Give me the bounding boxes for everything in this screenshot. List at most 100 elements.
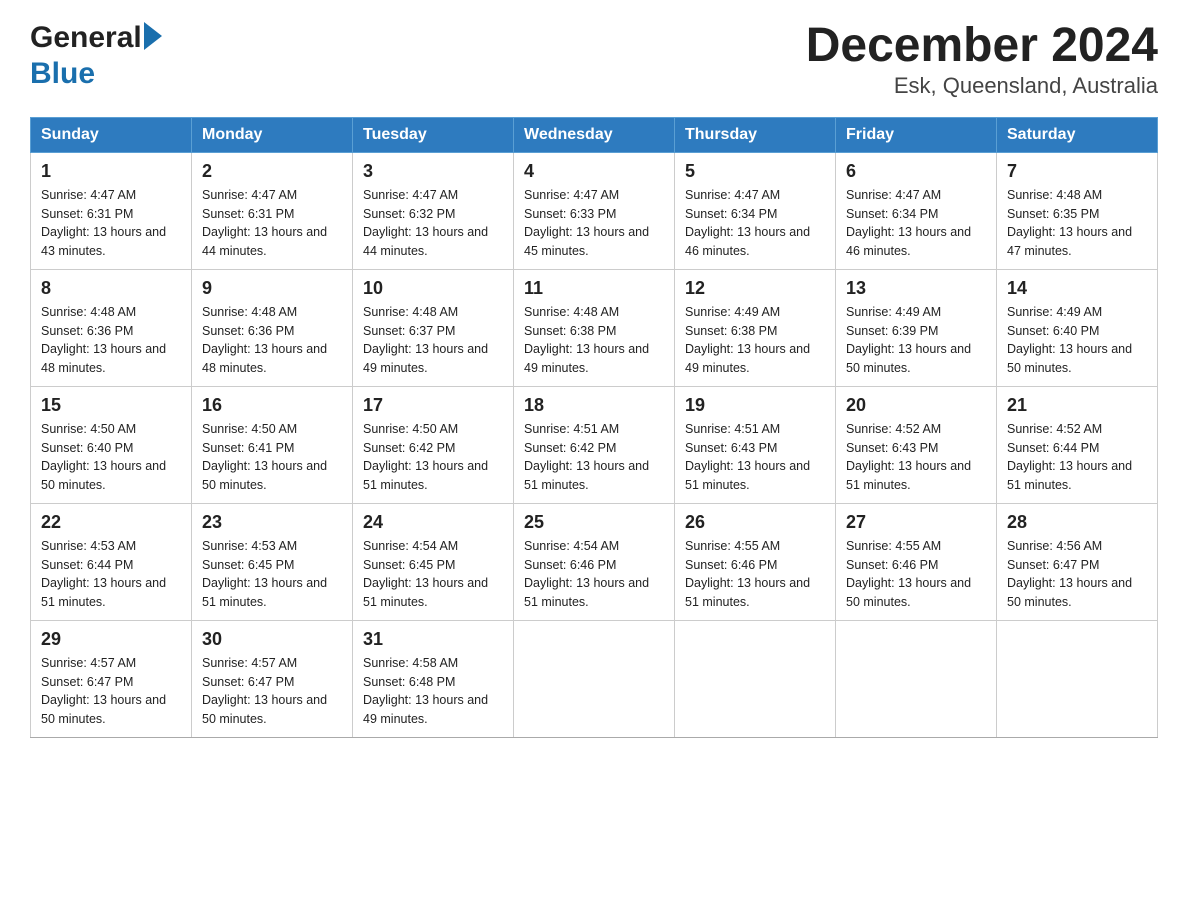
day-info: Sunrise: 4:57 AMSunset: 6:47 PMDaylight:… <box>202 654 342 729</box>
day-info: Sunrise: 4:49 AMSunset: 6:40 PMDaylight:… <box>1007 303 1147 378</box>
day-number: 17 <box>363 395 503 416</box>
day-info: Sunrise: 4:55 AMSunset: 6:46 PMDaylight:… <box>685 537 825 612</box>
calendar-cell: 21 Sunrise: 4:52 AMSunset: 6:44 PMDayligh… <box>997 386 1158 503</box>
calendar-cell: 5 Sunrise: 4:47 AMSunset: 6:34 PMDaylight… <box>675 152 836 269</box>
day-of-week-header: Tuesday <box>353 117 514 152</box>
day-info: Sunrise: 4:50 AMSunset: 6:41 PMDaylight:… <box>202 420 342 495</box>
calendar-cell: 19 Sunrise: 4:51 AMSunset: 6:43 PMDayligh… <box>675 386 836 503</box>
calendar-cell: 8 Sunrise: 4:48 AMSunset: 6:36 PMDaylight… <box>31 269 192 386</box>
day-info: Sunrise: 4:50 AMSunset: 6:42 PMDaylight:… <box>363 420 503 495</box>
calendar-week-row: 15 Sunrise: 4:50 AMSunset: 6:40 PMDayligh… <box>31 386 1158 503</box>
calendar-cell: 7 Sunrise: 4:48 AMSunset: 6:35 PMDaylight… <box>997 152 1158 269</box>
day-number: 16 <box>202 395 342 416</box>
day-number: 14 <box>1007 278 1147 299</box>
day-number: 22 <box>41 512 181 533</box>
calendar-cell: 17 Sunrise: 4:50 AMSunset: 6:42 PMDayligh… <box>353 386 514 503</box>
day-info: Sunrise: 4:52 AMSunset: 6:44 PMDaylight:… <box>1007 420 1147 495</box>
day-number: 20 <box>846 395 986 416</box>
calendar-cell: 25Sunrise: 4:54 AMSunset: 6:46 PMDayligh… <box>514 503 675 620</box>
calendar-body: 1 Sunrise: 4:47 AMSunset: 6:31 PMDaylight… <box>31 152 1158 737</box>
logo-arrow-icon <box>144 22 162 50</box>
day-number: 7 <box>1007 161 1147 182</box>
day-info: Sunrise: 4:48 AMSunset: 6:37 PMDaylight:… <box>363 303 503 378</box>
calendar-cell: 27 Sunrise: 4:55 AMSunset: 6:46 PMDayligh… <box>836 503 997 620</box>
day-info: Sunrise: 4:47 AMSunset: 6:31 PMDaylight:… <box>41 186 181 261</box>
day-info: Sunrise: 4:49 AMSunset: 6:38 PMDaylight:… <box>685 303 825 378</box>
day-number: 8 <box>41 278 181 299</box>
calendar-cell: 28 Sunrise: 4:56 AMSunset: 6:47 PMDayligh… <box>997 503 1158 620</box>
day-number: 23 <box>202 512 342 533</box>
day-of-week-header: Monday <box>192 117 353 152</box>
day-number: 12 <box>685 278 825 299</box>
day-number: 27 <box>846 512 986 533</box>
day-info: Sunrise: 4:48 AMSunset: 6:36 PMDaylight:… <box>41 303 181 378</box>
day-number: 29 <box>41 629 181 650</box>
day-info: Sunrise: 4:56 AMSunset: 6:47 PMDaylight:… <box>1007 537 1147 612</box>
day-number: 21 <box>1007 395 1147 416</box>
day-info: Sunrise: 4:47 AMSunset: 6:32 PMDaylight:… <box>363 186 503 261</box>
day-info: Sunrise: 4:52 AMSunset: 6:43 PMDaylight:… <box>846 420 986 495</box>
calendar-cell: 29 Sunrise: 4:57 AMSunset: 6:47 PMDayligh… <box>31 620 192 737</box>
day-info: Sunrise: 4:55 AMSunset: 6:46 PMDaylight:… <box>846 537 986 612</box>
day-info: Sunrise: 4:53 AMSunset: 6:44 PMDaylight:… <box>41 537 181 612</box>
day-info: Sunrise: 4:54 AMSunset: 6:46 PMDaylight:… <box>524 537 664 612</box>
day-info: Sunrise: 4:47 AMSunset: 6:34 PMDaylight:… <box>685 186 825 261</box>
calendar-cell: 9Sunrise: 4:48 AMSunset: 6:36 PMDaylight… <box>192 269 353 386</box>
day-number: 30 <box>202 629 342 650</box>
day-number: 9 <box>202 278 342 299</box>
calendar-cell: 16 Sunrise: 4:50 AMSunset: 6:41 PMDayligh… <box>192 386 353 503</box>
calendar-cell <box>514 620 675 737</box>
calendar-cell <box>675 620 836 737</box>
calendar-title-block: December 2024 Esk, Queensland, Australia <box>806 20 1158 99</box>
day-info: Sunrise: 4:51 AMSunset: 6:42 PMDaylight:… <box>524 420 664 495</box>
day-info: Sunrise: 4:47 AMSunset: 6:31 PMDaylight:… <box>202 186 342 261</box>
day-header-row: SundayMondayTuesdayWednesdayThursdayFrid… <box>31 117 1158 152</box>
day-number: 26 <box>685 512 825 533</box>
day-info: Sunrise: 4:49 AMSunset: 6:39 PMDaylight:… <box>846 303 986 378</box>
day-info: Sunrise: 4:48 AMSunset: 6:38 PMDaylight:… <box>524 303 664 378</box>
calendar-cell: 15 Sunrise: 4:50 AMSunset: 6:40 PMDayligh… <box>31 386 192 503</box>
logo-general-text: General <box>30 20 142 56</box>
calendar-cell: 31Sunrise: 4:58 AMSunset: 6:48 PMDayligh… <box>353 620 514 737</box>
day-info: Sunrise: 4:51 AMSunset: 6:43 PMDaylight:… <box>685 420 825 495</box>
day-number: 19 <box>685 395 825 416</box>
day-number: 11 <box>524 278 664 299</box>
day-info: Sunrise: 4:50 AMSunset: 6:40 PMDaylight:… <box>41 420 181 495</box>
calendar-cell: 26 Sunrise: 4:55 AMSunset: 6:46 PMDayligh… <box>675 503 836 620</box>
day-of-week-header: Saturday <box>997 117 1158 152</box>
day-number: 28 <box>1007 512 1147 533</box>
day-of-week-header: Friday <box>836 117 997 152</box>
day-info: Sunrise: 4:47 AMSunset: 6:34 PMDaylight:… <box>846 186 986 261</box>
logo-blue-text: Blue <box>30 57 95 90</box>
calendar-week-row: 8 Sunrise: 4:48 AMSunset: 6:36 PMDaylight… <box>31 269 1158 386</box>
calendar-cell: 10 Sunrise: 4:48 AMSunset: 6:37 PMDayligh… <box>353 269 514 386</box>
day-number: 5 <box>685 161 825 182</box>
calendar-cell: 12 Sunrise: 4:49 AMSunset: 6:38 PMDayligh… <box>675 269 836 386</box>
calendar-table: SundayMondayTuesdayWednesdayThursdayFrid… <box>30 117 1158 738</box>
calendar-cell: 30 Sunrise: 4:57 AMSunset: 6:47 PMDayligh… <box>192 620 353 737</box>
day-info: Sunrise: 4:54 AMSunset: 6:45 PMDaylight:… <box>363 537 503 612</box>
day-info: Sunrise: 4:47 AMSunset: 6:33 PMDaylight:… <box>524 186 664 261</box>
calendar-subtitle: Esk, Queensland, Australia <box>806 73 1158 99</box>
day-info: Sunrise: 4:48 AMSunset: 6:35 PMDaylight:… <box>1007 186 1147 261</box>
calendar-cell <box>836 620 997 737</box>
day-number: 15 <box>41 395 181 416</box>
calendar-cell: 11 Sunrise: 4:48 AMSunset: 6:38 PMDayligh… <box>514 269 675 386</box>
day-number: 10 <box>363 278 503 299</box>
day-number: 31 <box>363 629 503 650</box>
calendar-cell: 13Sunrise: 4:49 AMSunset: 6:39 PMDayligh… <box>836 269 997 386</box>
calendar-cell: 20 Sunrise: 4:52 AMSunset: 6:43 PMDayligh… <box>836 386 997 503</box>
calendar-cell: 24Sunrise: 4:54 AMSunset: 6:45 PMDayligh… <box>353 503 514 620</box>
calendar-cell: 3Sunrise: 4:47 AMSunset: 6:32 PMDaylight… <box>353 152 514 269</box>
day-of-week-header: Thursday <box>675 117 836 152</box>
calendar-week-row: 1 Sunrise: 4:47 AMSunset: 6:31 PMDaylight… <box>31 152 1158 269</box>
day-number: 2 <box>202 161 342 182</box>
day-number: 4 <box>524 161 664 182</box>
day-number: 1 <box>41 161 181 182</box>
calendar-cell: 23Sunrise: 4:53 AMSunset: 6:45 PMDayligh… <box>192 503 353 620</box>
calendar-cell: 14 Sunrise: 4:49 AMSunset: 6:40 PMDayligh… <box>997 269 1158 386</box>
calendar-title: December 2024 <box>806 20 1158 73</box>
day-info: Sunrise: 4:57 AMSunset: 6:47 PMDaylight:… <box>41 654 181 729</box>
day-of-week-header: Sunday <box>31 117 192 152</box>
day-number: 18 <box>524 395 664 416</box>
